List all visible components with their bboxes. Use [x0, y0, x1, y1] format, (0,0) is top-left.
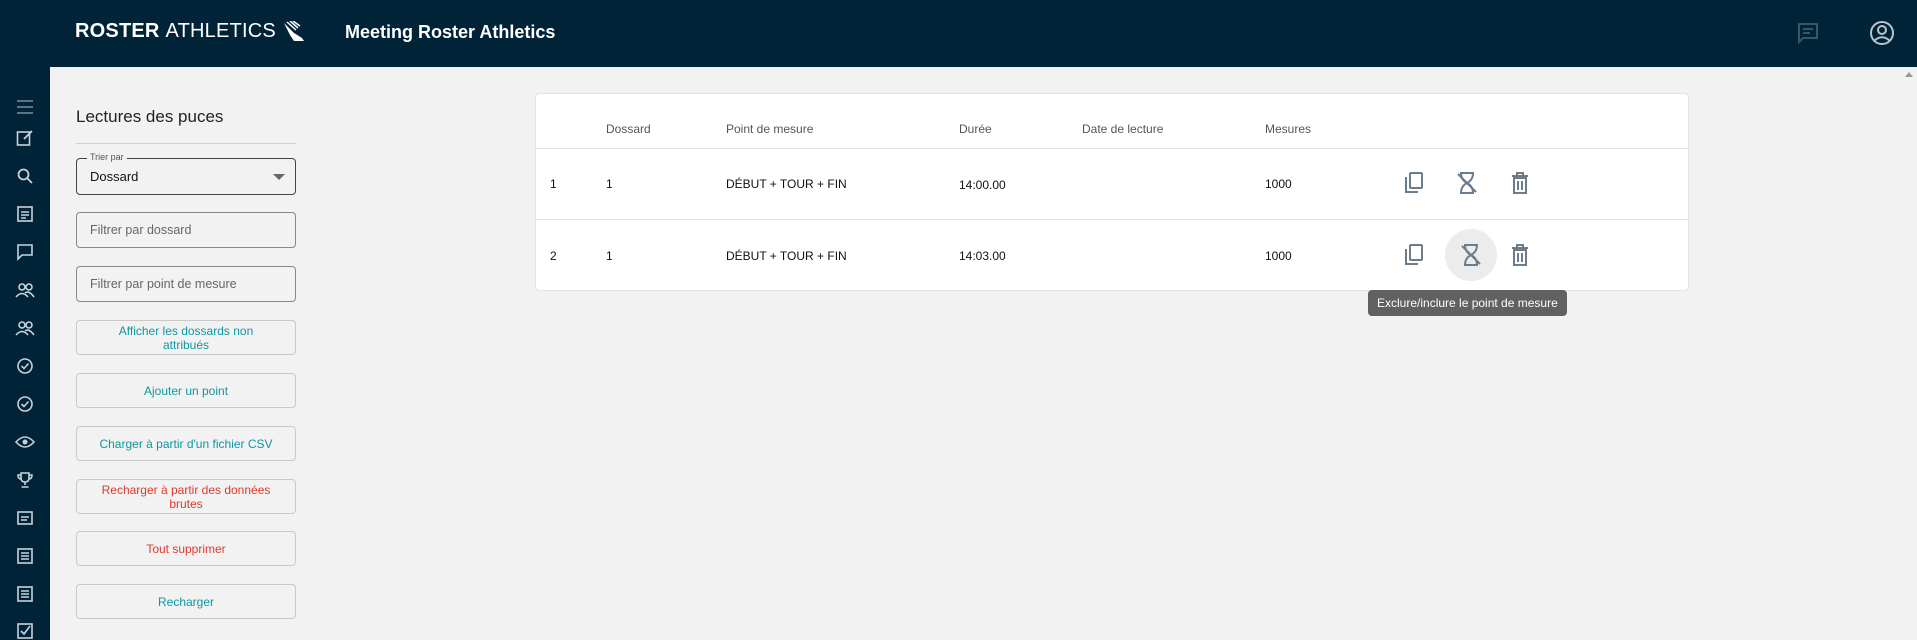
sort-select[interactable]: Trier par Dossard: [76, 152, 296, 195]
column-header-date[interactable]: Date de lecture: [1082, 122, 1163, 136]
chevron-down-icon: [273, 174, 285, 180]
row-dossard: 1: [606, 249, 613, 263]
delete-icon[interactable]: [1500, 163, 1540, 203]
app-header: ROSTER ATHLETICS Meeting Roster Athletic…: [0, 0, 1917, 67]
account-circle-icon[interactable]: [1868, 19, 1896, 47]
column-header-dossard[interactable]: Dossard: [606, 122, 651, 136]
logo-text-thin: ATHLETICS: [165, 20, 276, 42]
row-point: DÉBUT + TOUR + FIN: [726, 177, 847, 191]
group-icon[interactable]: [12, 315, 38, 341]
header-divider: [536, 148, 1688, 149]
search-icon[interactable]: [12, 163, 38, 189]
column-header-duree[interactable]: Durée: [959, 122, 992, 136]
row-mesures: 1000: [1265, 177, 1292, 191]
delete-icon[interactable]: [1500, 235, 1540, 275]
reload-raw-button[interactable]: Recharger à partir des données brutes: [76, 479, 296, 514]
list-alt-icon[interactable]: [12, 543, 38, 569]
filter-bib-input[interactable]: [76, 212, 296, 248]
menu-icon[interactable]: [12, 94, 38, 120]
comment-icon[interactable]: [1794, 19, 1822, 47]
check-circle-icon[interactable]: [12, 353, 38, 379]
column-header-mesures[interactable]: Mesures: [1265, 122, 1311, 136]
panel-title: Lectures des puces: [76, 107, 224, 126]
column-header-point[interactable]: Point de mesure: [726, 122, 813, 136]
eye-icon[interactable]: [12, 429, 38, 455]
row-dossard: 1: [606, 177, 613, 191]
scrollbar-up-arrow[interactable]: [1905, 72, 1913, 77]
show-unassigned-button[interactable]: Afficher les dossards non attribués: [76, 320, 296, 355]
logo-text-bold: ROSTER: [75, 20, 160, 42]
hourglass-disabled-icon[interactable]: [1447, 163, 1487, 203]
row-index: 1: [550, 177, 557, 191]
badge-icon[interactable]: [12, 505, 38, 531]
edit-icon[interactable]: [12, 125, 38, 151]
row-duree: 14:03.00: [959, 249, 1006, 263]
delete-all-button[interactable]: Tout supprimer: [76, 531, 296, 566]
load-csv-button[interactable]: Charger à partir d'un fichier CSV: [76, 426, 296, 461]
row-mesures: 1000: [1265, 249, 1292, 263]
row-point: DÉBUT + TOUR + FIN: [726, 249, 847, 263]
comment-icon[interactable]: [12, 239, 38, 265]
side-rail: [0, 67, 50, 640]
copy-icon[interactable]: [1394, 163, 1434, 203]
reload-button[interactable]: Recharger: [76, 584, 296, 619]
group-icon[interactable]: [12, 277, 38, 303]
add-point-button[interactable]: Ajouter un point: [76, 373, 296, 408]
row-divider: [536, 219, 1688, 220]
check-circle-icon[interactable]: [12, 391, 38, 417]
tooltip: Exclure/inclure le point de mesure: [1368, 290, 1567, 316]
row-index: 2: [550, 249, 557, 263]
list-alt-icon[interactable]: [12, 581, 38, 607]
checkbox-icon[interactable]: [12, 618, 38, 640]
hourglass-disabled-icon[interactable]: [1445, 229, 1497, 281]
panel-divider: [76, 143, 296, 144]
row-duree: 14:00.00: [959, 178, 1006, 192]
copy-icon[interactable]: [1394, 235, 1434, 275]
readings-table: Dossard Point de mesure Durée Date de le…: [535, 93, 1689, 291]
sort-select-label: Trier par: [87, 152, 127, 162]
winged-shoe-icon: [283, 20, 304, 41]
app-title: Meeting Roster Athletics: [345, 22, 556, 42]
sort-select-value: Dossard: [90, 169, 139, 184]
app-logo[interactable]: ROSTER ATHLETICS: [75, 20, 306, 43]
filter-point-input[interactable]: [76, 266, 296, 302]
trophy-icon[interactable]: [12, 467, 38, 493]
list-icon[interactable]: [12, 201, 38, 227]
